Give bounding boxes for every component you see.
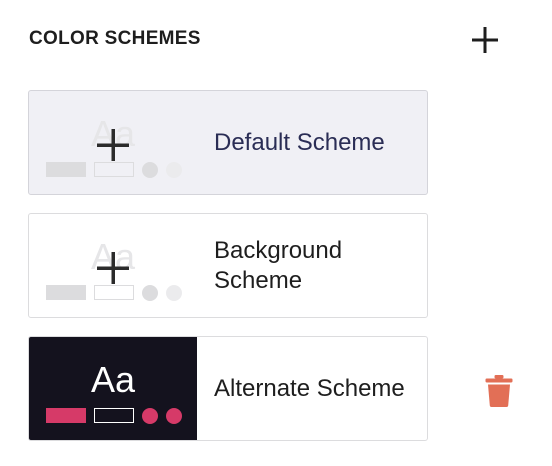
trash-icon [485, 375, 513, 407]
preview-swatch-dot [142, 408, 158, 424]
scheme-label: Background Scheme [214, 236, 343, 294]
section-header: COLOR SCHEMES [29, 25, 503, 55]
plus-icon [97, 129, 129, 161]
scheme-label: Alternate Scheme [214, 374, 405, 402]
scheme-card-background[interactable]: Aa Background Scheme [28, 213, 428, 318]
scheme-card-alternate[interactable]: Aa Alternate Scheme [28, 336, 428, 441]
plus-icon [97, 252, 129, 284]
scheme-preview: Aa [29, 214, 197, 317]
preview-sample-text: Aa [90, 359, 136, 400]
color-schemes-panel: COLOR SCHEMES Aa Default Scheme Aa Backg… [0, 0, 552, 466]
preview-swatch-dot [142, 162, 158, 178]
preview-swatch-dot [166, 408, 182, 424]
plus-icon [472, 27, 498, 53]
section-title: COLOR SCHEMES [29, 28, 201, 49]
preview-swatch-bar [46, 162, 86, 177]
scheme-card-default[interactable]: Aa Default Scheme [28, 90, 428, 195]
preview-swatch-dot [142, 285, 158, 301]
preview-swatch-dot [166, 285, 182, 301]
preview-swatch-outline [94, 162, 134, 177]
preview-swatch-outline [94, 408, 134, 423]
preview-swatch-dot [166, 162, 182, 178]
preview-swatch-bar [46, 285, 86, 300]
scheme-preview: Aa [29, 337, 197, 440]
add-scheme-button[interactable] [470, 25, 500, 55]
preview-swatch-outline [94, 285, 134, 300]
preview-swatch-bar [46, 408, 86, 423]
scheme-preview: Aa [29, 91, 197, 194]
scheme-label: Default Scheme [214, 128, 385, 156]
delete-scheme-button[interactable] [484, 374, 514, 408]
